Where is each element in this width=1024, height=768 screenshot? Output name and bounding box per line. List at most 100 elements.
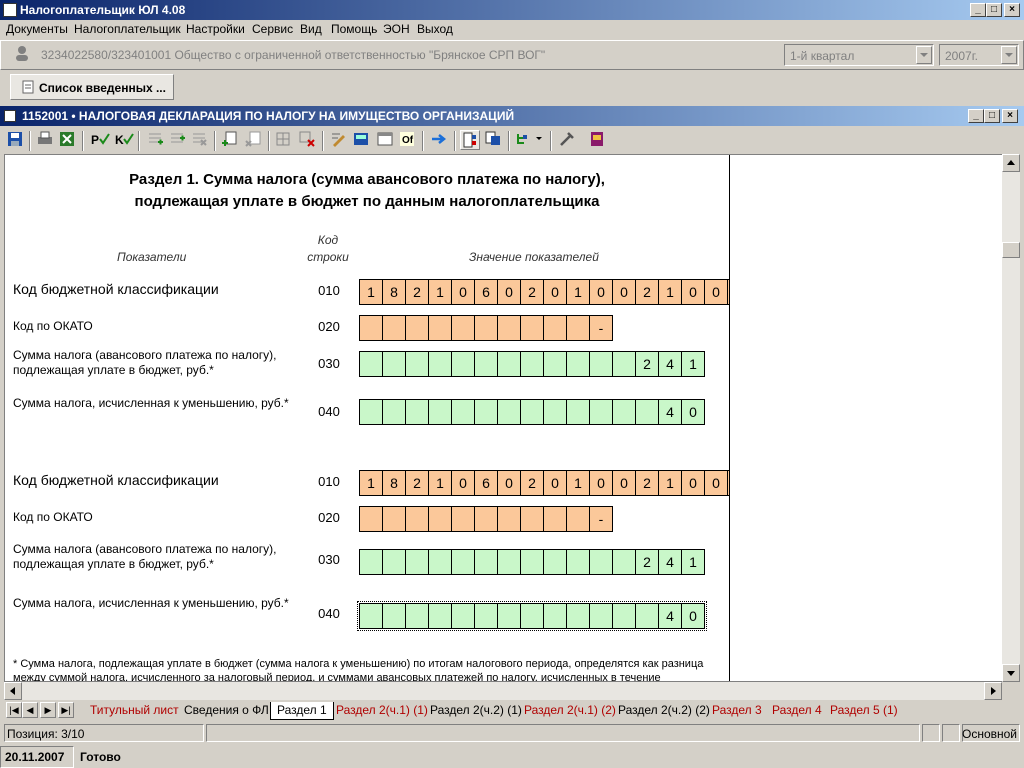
digit-cell[interactable]	[382, 315, 406, 341]
digit-cell[interactable]	[428, 351, 452, 377]
digit-cell[interactable]	[359, 549, 383, 575]
digit-cell[interactable]	[566, 603, 590, 629]
digit-cell[interactable]	[474, 506, 498, 532]
vertical-scrollbar[interactable]	[1002, 154, 1020, 682]
digit-cell[interactable]: -	[589, 506, 613, 532]
digit-cell[interactable]: 1	[359, 279, 383, 305]
digit-cell[interactable]: 1	[566, 470, 590, 496]
digit-cell[interactable]	[474, 549, 498, 575]
edit-icon[interactable]	[330, 130, 350, 150]
menu-exit[interactable]: Выход	[417, 22, 453, 36]
digit-cell[interactable]	[612, 351, 636, 377]
vertical-scroll-thumb[interactable]	[1002, 242, 1020, 258]
digit-cell[interactable]: 2	[405, 279, 429, 305]
digit-cell[interactable]: 1	[681, 549, 705, 575]
sheet-tab-s2-1-2[interactable]: Раздел 2(ч.1) (2)	[518, 702, 622, 720]
digit-cell[interactable]	[520, 549, 544, 575]
horizontal-scrollbar[interactable]	[4, 682, 1002, 700]
digit-cell[interactable]: -	[589, 315, 613, 341]
menu-taxpayer[interactable]: Налогоплательщик	[74, 22, 181, 36]
check-p-icon[interactable]: P	[90, 130, 110, 150]
menu-view[interactable]: Вид	[300, 22, 322, 36]
digit-cell[interactable]	[612, 399, 636, 425]
digit-cell[interactable]	[382, 399, 406, 425]
digit-cell[interactable]	[474, 603, 498, 629]
digit-cell[interactable]	[451, 399, 475, 425]
menu-settings[interactable]: Настройки	[186, 22, 245, 36]
digit-cell[interactable]	[451, 506, 475, 532]
year-select[interactable]: 2007г.	[939, 44, 1019, 66]
digit-cell[interactable]	[405, 506, 429, 532]
digit-cell[interactable]	[589, 603, 613, 629]
digit-cell[interactable]: 4	[658, 603, 682, 629]
digit-cell[interactable]: 1	[359, 470, 383, 496]
digit-cell[interactable]: 0	[543, 470, 567, 496]
excel-icon[interactable]	[58, 130, 78, 150]
digit-cell[interactable]: 1	[428, 279, 452, 305]
doc-list-tab[interactable]: Список введенных ...	[10, 74, 174, 100]
delete-sheet-icon[interactable]	[244, 130, 264, 150]
digit-cell[interactable]	[474, 315, 498, 341]
digit-cell[interactable]	[612, 603, 636, 629]
digit-cell[interactable]: 2	[520, 470, 544, 496]
tools-icon[interactable]	[558, 130, 578, 150]
digit-cell[interactable]	[589, 351, 613, 377]
okato-field[interactable]: -	[359, 506, 613, 532]
digit-cell[interactable]: 0	[681, 603, 705, 629]
digit-cell[interactable]	[497, 506, 521, 532]
digit-cell[interactable]	[635, 399, 659, 425]
digit-cell[interactable]	[520, 351, 544, 377]
next-sheet-icon[interactable]: ▶	[40, 702, 56, 718]
digit-cell[interactable]: 1	[658, 470, 682, 496]
digit-cell[interactable]	[382, 351, 406, 377]
menu-eon[interactable]: ЭОН	[383, 22, 410, 36]
sheet-tab-fl[interactable]: Сведения о ФЛ	[178, 702, 275, 720]
digit-cell[interactable]	[451, 549, 475, 575]
prev-sheet-icon[interactable]: ◀	[22, 702, 38, 718]
period-select[interactable]: 1-й квартал	[784, 44, 934, 66]
digit-cell[interactable]	[497, 549, 521, 575]
first-sheet-icon[interactable]: |◀	[6, 702, 22, 718]
digit-cell[interactable]: 0	[612, 279, 636, 305]
maximize-button[interactable]: □	[986, 3, 1002, 17]
digit-cell[interactable]	[359, 351, 383, 377]
menu-help[interactable]: Помощь	[331, 22, 377, 36]
scroll-up-icon[interactable]	[1002, 154, 1020, 172]
print-icon[interactable]	[36, 130, 56, 150]
tax-reduce-field-focused[interactable]: 40	[357, 601, 707, 631]
close-button[interactable]: ×	[1004, 3, 1020, 17]
digit-cell[interactable]	[428, 549, 452, 575]
digit-cell[interactable]: 1	[428, 470, 452, 496]
delete-row-icon[interactable]	[190, 130, 210, 150]
digit-cell[interactable]	[635, 603, 659, 629]
scroll-left-icon[interactable]	[4, 682, 22, 700]
doc-maximize-button[interactable]: □	[984, 109, 1000, 123]
digit-cell[interactable]: 6	[474, 470, 498, 496]
digit-cell[interactable]: 0	[589, 470, 613, 496]
sheet-tab-title[interactable]: Титульный лист	[84, 702, 185, 720]
digit-cell[interactable]	[474, 351, 498, 377]
check-k-icon[interactable]: K	[114, 130, 134, 150]
digit-cell[interactable]: 2	[635, 351, 659, 377]
copy-icon[interactable]	[484, 130, 504, 150]
digit-cell[interactable]	[543, 399, 567, 425]
digit-cell[interactable]	[359, 315, 383, 341]
digit-cell[interactable]	[382, 603, 406, 629]
menu-documents[interactable]: Документы	[6, 22, 68, 36]
okato-field[interactable]: -	[359, 315, 613, 341]
digit-cell[interactable]	[612, 549, 636, 575]
digit-cell[interactable]	[382, 549, 406, 575]
digit-cell[interactable]	[566, 315, 590, 341]
tree-icon[interactable]	[514, 130, 544, 150]
digit-cell[interactable]	[520, 603, 544, 629]
digit-cell[interactable]	[543, 351, 567, 377]
digit-cell[interactable]	[382, 506, 406, 532]
digit-cell[interactable]: 0	[704, 279, 728, 305]
digit-cell[interactable]	[405, 549, 429, 575]
digit-cell[interactable]	[428, 506, 452, 532]
digit-cell[interactable]	[474, 399, 498, 425]
digit-cell[interactable]: 4	[658, 549, 682, 575]
digit-cell[interactable]: 2	[520, 279, 544, 305]
sheet-tab-s4[interactable]: Раздел 4	[766, 702, 828, 720]
digit-cell[interactable]	[451, 315, 475, 341]
